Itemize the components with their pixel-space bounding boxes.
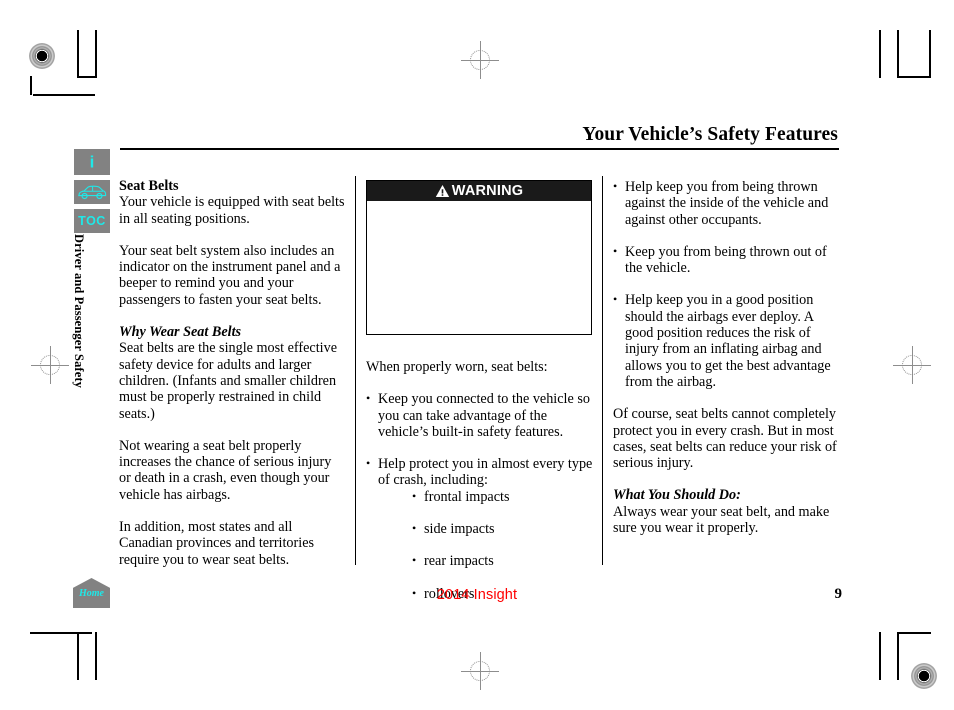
sub-heading: Why Wear Seat Belts — [119, 324, 242, 341]
crop-line — [33, 94, 95, 96]
sub-list-item: frontal impacts — [412, 488, 594, 505]
paragraph: Your seat belt system also includes an i… — [119, 242, 341, 308]
list-item-text: Keep you connected to the vehicle so you… — [378, 391, 590, 440]
info-icon-label: i — [89, 152, 95, 172]
list-item: Help protect you in almost every type of… — [366, 455, 594, 602]
crop-line — [77, 632, 79, 680]
crop-line — [879, 30, 881, 78]
content-column-2: When properly worn, seat belts: Keep you… — [366, 359, 594, 602]
paragraph: Of course, seat belts cannot completely … — [613, 406, 837, 472]
registration-crosshair-icon — [461, 41, 499, 79]
registration-target-icon — [29, 43, 55, 69]
content-column-3: Help keep you from being thrown against … — [613, 178, 841, 552]
crop-line — [929, 30, 931, 78]
list-item: Keep you from being thrown out of the ve… — [613, 243, 841, 277]
crop-line — [95, 632, 97, 680]
sub-list: frontal impacts side impacts rear impact… — [378, 488, 594, 602]
warning-box: WARNING — [366, 180, 592, 335]
warning-box-header: WARNING — [367, 181, 591, 201]
crop-line — [897, 632, 931, 634]
sidebar-icon-group: i TOC — [74, 149, 110, 238]
sub-list-item: side impacts — [412, 520, 594, 537]
info-icon[interactable]: i — [74, 149, 110, 175]
toc-icon[interactable]: TOC — [74, 209, 110, 233]
content-column-1: Seat Belts Your vehicle is equipped with… — [119, 178, 345, 584]
warning-label: WARNING — [451, 183, 524, 199]
paragraph: Not wearing a seat belt properly increas… — [119, 437, 332, 503]
list-item-text: Help protect you in almost every type of… — [378, 456, 593, 489]
paragraph: Seat belts are the single most effective… — [119, 340, 337, 422]
warning-box-body — [367, 201, 591, 334]
model-label: 2014 Insight — [436, 587, 518, 603]
list-item: Keep you connected to the vehicle so you… — [366, 390, 594, 440]
section-heading: Seat Belts — [119, 178, 179, 194]
page-title: Your Vehicle’s Safety Features — [582, 124, 838, 145]
section-label: Driver and Passenger Safety — [72, 234, 86, 388]
paragraph: Your vehicle is equipped with seat belts… — [119, 194, 345, 227]
crop-line — [95, 30, 97, 78]
registration-target-icon — [911, 663, 937, 689]
page-number: 9 — [834, 586, 843, 602]
vehicle-icon[interactable] — [74, 180, 110, 204]
list-item: Help keep you from being thrown against … — [613, 178, 841, 228]
title-rule — [120, 148, 839, 150]
crop-line — [77, 30, 79, 78]
crop-line — [897, 76, 931, 78]
paragraph: In addition, most states and all Canadia… — [119, 519, 315, 568]
vehicle-icon-glyph — [77, 184, 107, 205]
paragraph: Always wear your seat belt, and make sur… — [613, 503, 830, 537]
crop-line — [897, 647, 899, 680]
bullet-list: Keep you connected to the vehicle so you… — [366, 390, 594, 602]
crop-line — [77, 76, 95, 78]
crop-line — [879, 632, 881, 680]
sub-list-item: rear impacts — [412, 552, 594, 569]
crop-line — [897, 30, 899, 78]
registration-crosshair-icon — [31, 346, 69, 384]
crop-line — [30, 76, 32, 95]
list-item: Help keep you in a good position should … — [613, 291, 841, 390]
crop-line — [30, 632, 92, 634]
warning-triangle-icon — [435, 184, 450, 198]
toc-icon-label: TOC — [78, 213, 106, 228]
bullet-list: Help keep you from being thrown against … — [613, 178, 841, 390]
sub-heading: What You Should Do: — [613, 487, 741, 504]
column-divider — [355, 176, 356, 565]
paragraph: When properly worn, seat belts: — [366, 359, 548, 375]
column-divider — [602, 176, 603, 565]
registration-crosshair-icon — [461, 652, 499, 690]
registration-crosshair-icon — [893, 346, 931, 384]
